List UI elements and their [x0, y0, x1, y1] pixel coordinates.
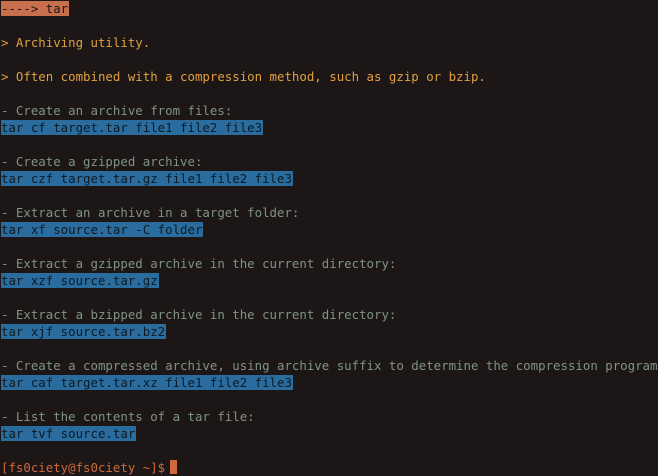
- example-description: - Create a compressed archive, using arc…: [1, 358, 658, 373]
- example-command[interactable]: tar xf source.tar -C folder: [1, 222, 204, 237]
- example-description: - Create a gzipped archive:: [1, 154, 203, 169]
- shell-prompt: [fs0ciety@fs0ciety ~]$: [1, 460, 166, 475]
- text-cursor: [170, 460, 178, 474]
- example-command[interactable]: tar czf target.tar.gz file1 file2 file3: [1, 171, 293, 186]
- example-command[interactable]: tar xjf source.tar.bz2: [1, 324, 167, 339]
- example-description: - Extract a gzipped archive in the curre…: [1, 256, 397, 271]
- example-description: - Extract an archive in a target folder:: [1, 205, 300, 220]
- example-command[interactable]: tar xzf source.tar.gz: [1, 273, 159, 288]
- page-title: ----> tar: [1, 1, 70, 16]
- example-description: - Create an archive from files:: [1, 103, 233, 118]
- shell-prompt-line[interactable]: [fs0ciety@fs0ciety ~]$: [1, 460, 178, 475]
- description-line: > Archiving utility.: [1, 35, 151, 50]
- example-command[interactable]: tar caf target.tar.xz file1 file2 file3: [1, 375, 293, 390]
- example-description: - Extract a bzipped archive in the curre…: [1, 307, 397, 322]
- terminal-window[interactable]: ----> tar > Archiving utility. > Often c…: [0, 0, 658, 476]
- example-command[interactable]: tar tvf source.tar: [1, 426, 137, 441]
- description-line: > Often combined with a compression meth…: [1, 69, 486, 84]
- example-description: - List the contents of a tar file:: [1, 409, 255, 424]
- example-command[interactable]: tar cf target.tar file1 file2 file3: [1, 120, 264, 135]
